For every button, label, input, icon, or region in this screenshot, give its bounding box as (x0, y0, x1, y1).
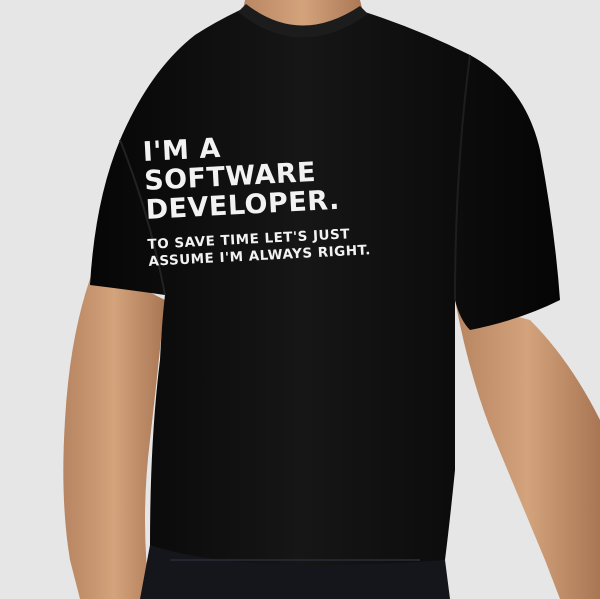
product-photo: I'M A SOFTWARE DEVELOPER. TO SAVE TIME L… (0, 0, 600, 599)
t-shirt (90, 10, 560, 574)
model-figure (63, 0, 600, 599)
print-headline: I'M A SOFTWARE DEVELOPER. (141, 132, 341, 226)
shirt-print: I'M A SOFTWARE DEVELOPER. TO SAVE TIME L… (142, 124, 409, 270)
right-arm (455, 300, 600, 599)
